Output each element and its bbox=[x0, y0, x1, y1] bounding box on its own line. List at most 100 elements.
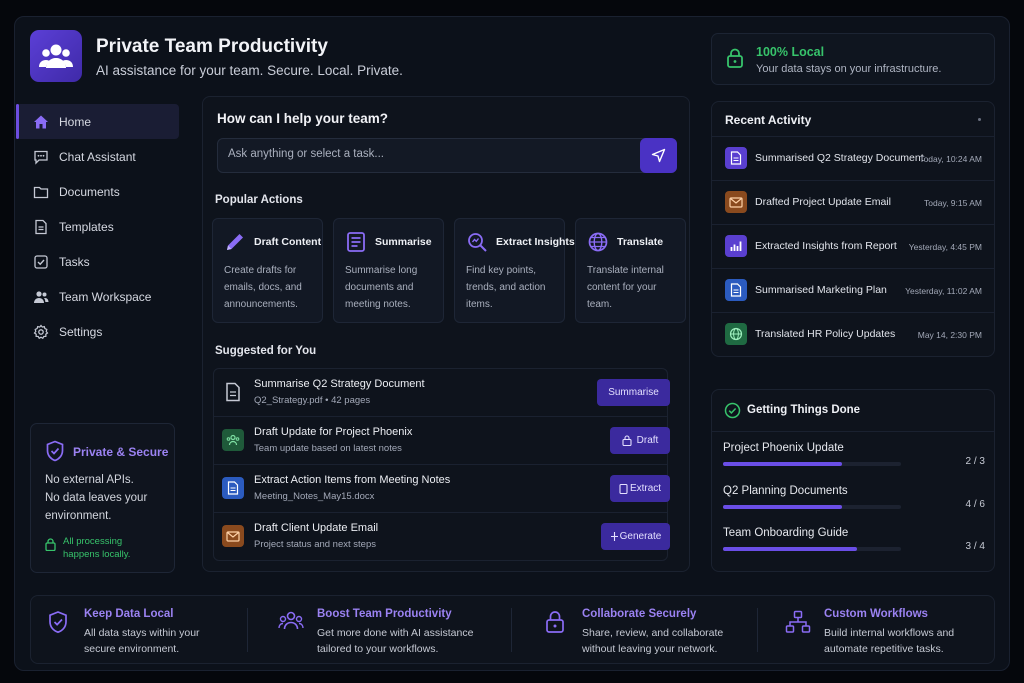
secure-card-line: environment. bbox=[45, 510, 112, 522]
suggestion-subtitle: Meeting_Notes_May15.docx bbox=[254, 491, 375, 502]
extract-button-label: Extract bbox=[629, 483, 662, 494]
activity-item[interactable]: Summarised Marketing Plan Yesterday, 11:… bbox=[712, 268, 994, 312]
recent-activity-panel: Recent Activity Summarised Q2 Strategy D… bbox=[711, 101, 995, 357]
more-menu-icon[interactable] bbox=[978, 118, 981, 121]
suggestion-title: Extract Action Items from Meeting Notes bbox=[254, 474, 451, 486]
suggestion-row[interactable]: Extract Action Items from Meeting Notes … bbox=[214, 465, 670, 513]
activity-title: Summarised Q2 Strategy Document bbox=[755, 152, 924, 164]
activity-item[interactable]: Translated HR Policy Updates May 14, 2:3… bbox=[712, 312, 994, 356]
sidebar-item-team-workspace[interactable]: Team Workspace bbox=[16, 279, 179, 314]
feature-description: Get more done with AI assistance tailore… bbox=[317, 627, 474, 655]
progress-fill bbox=[723, 505, 842, 509]
progress-track bbox=[723, 505, 901, 509]
suggestion-title: Summarise Q2 Strategy Document bbox=[254, 378, 425, 390]
local-status-title: 100% Local bbox=[756, 45, 825, 59]
send-icon bbox=[651, 148, 666, 163]
lock-icon bbox=[726, 48, 744, 73]
document-lines-icon bbox=[345, 231, 367, 258]
activity-time: Today, 10:24 AM bbox=[919, 154, 982, 164]
progress-track bbox=[723, 547, 901, 551]
progress-item[interactable]: Team Onboarding Guide 3 / 4 bbox=[723, 527, 985, 567]
sidebar-item-label: Documents bbox=[59, 184, 120, 199]
extract-button[interactable]: Extract bbox=[610, 475, 670, 502]
feature-description: Build internal workflows and automate re… bbox=[824, 627, 955, 655]
document-icon bbox=[222, 381, 244, 403]
divider bbox=[757, 608, 758, 652]
sidebar-item-templates[interactable]: Templates bbox=[16, 209, 179, 244]
doc-blue-icon bbox=[222, 477, 244, 499]
team-icon bbox=[222, 429, 244, 451]
progress-item[interactable]: Project Phoenix Update 2 / 3 bbox=[723, 442, 985, 482]
sidebar-item-documents[interactable]: Documents bbox=[16, 174, 179, 209]
recent-activity-title: Recent Activity bbox=[725, 113, 812, 127]
activity-item[interactable]: Extracted Insights from Report Yesterday… bbox=[712, 224, 994, 268]
search-bar bbox=[217, 138, 677, 173]
private-secure-card: Private & Secure No external APIs. No da… bbox=[30, 423, 175, 573]
lock-icon bbox=[622, 435, 632, 446]
sidebar-item-chat-assistant[interactable]: Chat Assistant bbox=[16, 139, 179, 174]
sidebar-item-label: Home bbox=[59, 114, 92, 129]
action-title: Summarise bbox=[375, 236, 432, 248]
activity-title: Translated HR Policy Updates bbox=[755, 328, 896, 340]
suggestion-title: Draft Client Update Email bbox=[254, 522, 379, 534]
summarise-button[interactable]: Summarise bbox=[597, 379, 670, 406]
help-heading: How can I help your team? bbox=[217, 111, 389, 126]
folder-icon bbox=[33, 184, 49, 200]
suggestion-subtitle: Q2_Strategy.pdf • 42 pages bbox=[254, 395, 371, 406]
action-description: Find key points, trends, and action item… bbox=[466, 265, 546, 310]
app-title: Private Team Productivity bbox=[96, 36, 328, 57]
chat-icon bbox=[33, 149, 49, 165]
activity-item[interactable]: Drafted Project Update Email Today, 9:15… bbox=[712, 180, 994, 224]
checkbox-icon bbox=[33, 254, 49, 270]
action-title: Draft Content bbox=[254, 236, 322, 248]
suggested-label: Suggested for You bbox=[215, 345, 317, 357]
team-logo-icon bbox=[30, 30, 82, 82]
suggestion-row[interactable]: Summarise Q2 Strategy Document Q2_Strate… bbox=[214, 369, 670, 417]
doc-blue-icon bbox=[725, 279, 747, 301]
check-circle-icon bbox=[724, 402, 741, 424]
secure-card-note: All processing happens locally. bbox=[63, 536, 131, 560]
sidebar-item-tasks[interactable]: Tasks bbox=[16, 244, 179, 279]
sidebar-item-label: Team Workspace bbox=[59, 289, 152, 304]
progress-item[interactable]: Q2 Planning Documents 4 / 6 bbox=[723, 485, 985, 525]
secure-card-line: No data leaves your bbox=[45, 492, 148, 504]
activity-item[interactable]: Summarised Q2 Strategy Document Today, 1… bbox=[712, 136, 994, 180]
action-title: Translate bbox=[617, 236, 664, 248]
send-button[interactable] bbox=[640, 138, 677, 173]
gear-icon bbox=[33, 324, 49, 340]
draft-button[interactable]: Draft bbox=[610, 427, 670, 454]
generate-button[interactable]: Generate bbox=[601, 523, 670, 550]
action-card-draft-content[interactable]: Draft Content Create drafts for emails, … bbox=[212, 218, 323, 323]
search-input[interactable] bbox=[228, 148, 628, 160]
mail-icon bbox=[222, 525, 244, 547]
users-icon bbox=[33, 289, 49, 305]
action-title: Extract Insights bbox=[496, 236, 575, 248]
action-description: Create drafts for emails, docs, and anno… bbox=[224, 265, 302, 310]
suggestion-row[interactable]: Draft Client Update Email Project status… bbox=[214, 513, 670, 561]
sidebar-item-home[interactable]: Home bbox=[16, 104, 179, 139]
progress-fill bbox=[723, 462, 842, 466]
secure-card-title: Private & Secure bbox=[73, 445, 169, 459]
sidebar-item-settings[interactable]: Settings bbox=[16, 314, 179, 349]
feature-description: Share, review, and collaborate without l… bbox=[582, 627, 724, 655]
suggestion-list: Summarise Q2 Strategy Document Q2_Strate… bbox=[213, 368, 670, 561]
mail-icon bbox=[725, 191, 747, 213]
sidebar-item-label: Chat Assistant bbox=[59, 149, 136, 164]
suggestion-row[interactable]: Draft Update for Project Phoenix Team up… bbox=[214, 417, 670, 465]
main-panel: How can I help your team? Popular Action… bbox=[202, 96, 690, 572]
generate-button-label: Generate bbox=[619, 531, 662, 542]
progress-count: 3 / 4 bbox=[965, 541, 985, 552]
progress-label: Q2 Planning Documents bbox=[723, 485, 848, 497]
progress-count: 4 / 6 bbox=[965, 499, 985, 510]
action-card-extract-insights[interactable]: Extract Insights Find key points, trends… bbox=[454, 218, 575, 323]
action-card-translate[interactable]: Translate Translate internal content for… bbox=[575, 218, 686, 323]
divider bbox=[247, 608, 248, 652]
suggestion-title: Draft Update for Project Phoenix bbox=[254, 426, 413, 438]
activity-time: Yesterday, 11:02 AM bbox=[905, 286, 982, 296]
features-strip: Keep Data Local All data stays within yo… bbox=[30, 595, 995, 664]
activity-time: May 14, 2:30 PM bbox=[917, 330, 982, 340]
divider bbox=[712, 431, 994, 432]
globe-icon bbox=[725, 323, 747, 345]
popular-actions-label: Popular Actions bbox=[215, 194, 303, 206]
action-card-summarise[interactable]: Summarise Summarise long documents and m… bbox=[333, 218, 444, 323]
